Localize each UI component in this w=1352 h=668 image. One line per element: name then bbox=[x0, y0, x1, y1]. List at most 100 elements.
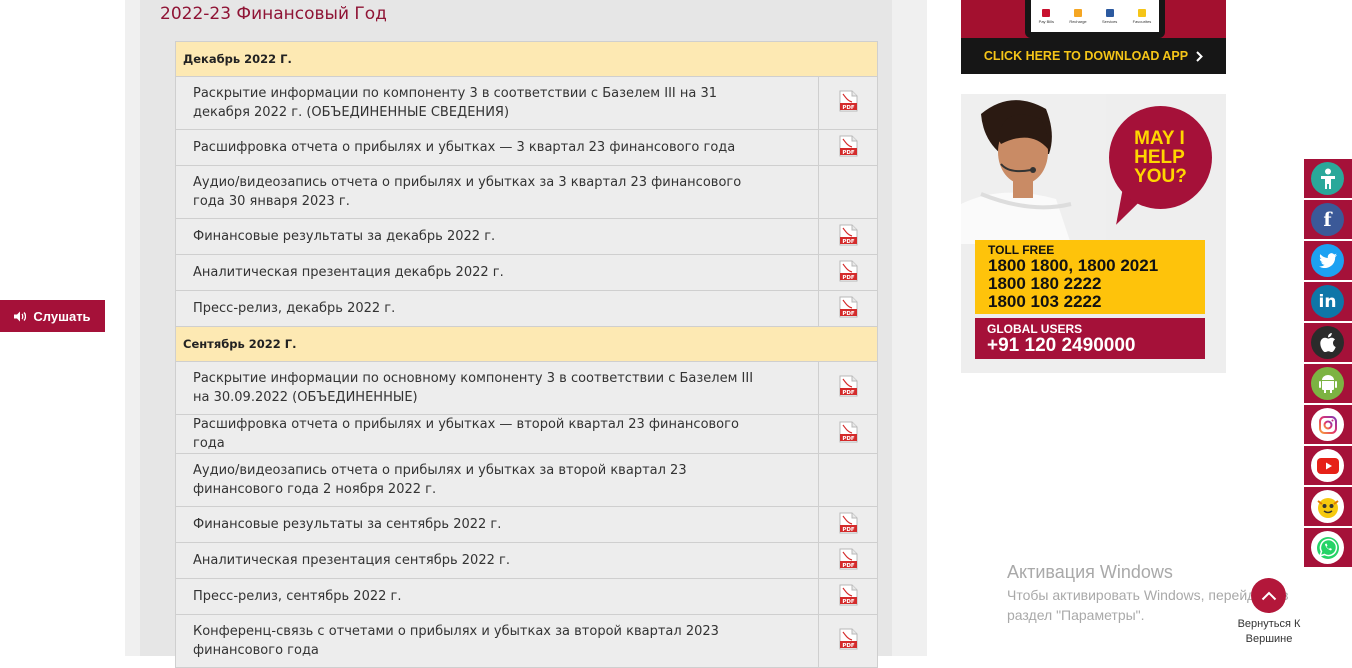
document-title-link[interactable]: Финансовые результаты за сентябрь 2022 г… bbox=[175, 506, 819, 543]
pdf-cell: PDF bbox=[818, 578, 878, 615]
svg-text:PDF: PDF bbox=[842, 599, 855, 605]
document-row: Аудио/видеозапись отчета о прибылях и уб… bbox=[175, 453, 878, 507]
document-row: Расшифровка отчета о прибылях и убытках … bbox=[175, 129, 878, 166]
global-users-box: GLOBAL USERS +91 120 2490000 bbox=[975, 318, 1205, 359]
document-row: Раскрытие информации по основному компон… bbox=[175, 361, 878, 415]
social-link-accessibility[interactable] bbox=[1304, 159, 1352, 198]
pdf-cell: PDF bbox=[818, 506, 878, 543]
services-icon bbox=[1105, 8, 1114, 17]
pdf-icon[interactable]: PDF bbox=[839, 548, 858, 570]
pdf-cell: PDF bbox=[818, 254, 878, 291]
document-title-link[interactable]: Раскрытие информации по основному компон… bbox=[175, 361, 819, 415]
whatsapp-icon bbox=[1311, 531, 1344, 564]
pdf-icon[interactable]: PDF bbox=[839, 512, 858, 534]
back-to-top-button[interactable] bbox=[1251, 578, 1286, 613]
pdf-cell bbox=[818, 165, 878, 219]
help-banner[interactable]: MAY I HELP YOU? TOLL FREE 1800 1800, 180… bbox=[961, 94, 1226, 373]
social-link-linkedin[interactable]: in bbox=[1304, 282, 1352, 321]
pdf-cell: PDF bbox=[818, 76, 878, 130]
pdf-icon[interactable]: PDF bbox=[839, 135, 858, 157]
document-title-link[interactable]: Аудио/видеозапись отчета о прибылях и уб… bbox=[175, 165, 819, 219]
pdf-cell: PDF bbox=[818, 414, 878, 454]
document-row: Расшифровка отчета о прибылях и убытках … bbox=[175, 414, 878, 454]
global-users-number: +91 120 2490000 bbox=[987, 335, 1136, 356]
pdf-cell: PDF bbox=[818, 290, 878, 327]
document-title-link[interactable]: Раскрытие информации по компоненту 3 в с… bbox=[175, 76, 819, 130]
support-agent-image bbox=[961, 94, 1106, 244]
apple-icon bbox=[1311, 326, 1344, 359]
social-link-chatbot[interactable] bbox=[1304, 487, 1352, 526]
toll-free-number: 1800 103 2222 bbox=[988, 292, 1102, 311]
social-link-whatsapp[interactable] bbox=[1304, 528, 1352, 567]
svg-text:PDF: PDF bbox=[842, 436, 855, 442]
app-tile: Favourites bbox=[1133, 8, 1151, 24]
back-to-top-label[interactable]: Вернуться К Вершине bbox=[1226, 617, 1312, 647]
linkedin-icon: in bbox=[1311, 285, 1344, 318]
phone-screen: Pay Bills Recharge Services Favourites bbox=[1031, 0, 1159, 32]
pdf-icon[interactable]: PDF bbox=[839, 260, 858, 282]
document-row: Раскрытие информации по компоненту 3 в с… bbox=[175, 76, 878, 130]
svg-text:PDF: PDF bbox=[842, 150, 855, 156]
pdf-icon[interactable]: PDF bbox=[839, 584, 858, 606]
pdf-icon[interactable]: PDF bbox=[839, 421, 858, 443]
section-heading: Сентябрь 2022 Г. bbox=[175, 326, 878, 362]
svg-text:PDF: PDF bbox=[842, 527, 855, 533]
social-link-youtube[interactable] bbox=[1304, 446, 1352, 485]
pdf-icon[interactable]: PDF bbox=[839, 90, 858, 112]
pdf-cell: PDF bbox=[818, 614, 878, 668]
download-app-banner[interactable]: Pay Bills Recharge Services Favourites C… bbox=[961, 0, 1226, 74]
document-row: Финансовые результаты за декабрь 2022 г.… bbox=[175, 218, 878, 255]
document-row: Аналитическая презентация декабрь 2022 г… bbox=[175, 254, 878, 291]
fiscal-year-title: 2022-23 Финансовый Год bbox=[160, 4, 387, 24]
star-icon bbox=[1137, 8, 1146, 17]
document-title-link[interactable]: Конференц-связь с отчетами о прибылях и … bbox=[175, 614, 819, 668]
toll-free-number: 1800 180 2222 bbox=[988, 274, 1102, 293]
document-row: Пресс-релиз, сентябрь 2022 г. PDF bbox=[175, 578, 878, 615]
pdf-cell: PDF bbox=[818, 361, 878, 415]
documents-table: Декабрь 2022 Г. Раскрытие информации по к… bbox=[175, 41, 878, 668]
document-title-link[interactable]: Расшифровка отчета о прибылях и убытках … bbox=[175, 129, 819, 166]
speaker-icon bbox=[14, 311, 27, 321]
accessibility-icon bbox=[1311, 162, 1344, 195]
document-title-link[interactable]: Аналитическая презентация декабрь 2022 г… bbox=[175, 254, 819, 291]
chevron-right-icon bbox=[1196, 50, 1203, 62]
youtube-icon bbox=[1311, 449, 1344, 482]
document-row: Пресс-релиз, декабрь 2022 г. PDF bbox=[175, 290, 878, 327]
document-title-link[interactable]: Аналитическая презентация сентябрь 2022 … bbox=[175, 542, 819, 579]
phone-graphic: Pay Bills Recharge Services Favourites bbox=[1025, 0, 1165, 38]
social-link-apple[interactable] bbox=[1304, 323, 1352, 362]
social-link-facebook[interactable]: f bbox=[1304, 200, 1352, 239]
document-title-link[interactable]: Аудио/видеозапись отчета о прибылях и уб… bbox=[175, 453, 819, 507]
listen-label: Слушать bbox=[33, 308, 91, 324]
android-icon bbox=[1311, 367, 1344, 400]
svg-text:PDF: PDF bbox=[842, 643, 855, 649]
pdf-cell bbox=[818, 453, 878, 507]
pdf-icon[interactable]: PDF bbox=[839, 628, 858, 650]
windows-activation-title: Активация Windows bbox=[1007, 562, 1173, 582]
app-tile: Services bbox=[1102, 8, 1117, 24]
recharge-icon bbox=[1073, 8, 1082, 17]
listen-button[interactable]: Слушать bbox=[0, 300, 105, 332]
download-app-cta[interactable]: CLICK HERE TO DOWNLOAD APP bbox=[961, 38, 1226, 74]
pdf-cell: PDF bbox=[818, 218, 878, 255]
download-app-label: CLICK HERE TO DOWNLOAD APP bbox=[983, 49, 1189, 63]
twitter-icon bbox=[1311, 244, 1344, 277]
global-users-label: GLOBAL USERS bbox=[987, 322, 1083, 336]
pdf-icon[interactable]: PDF bbox=[839, 375, 858, 397]
bill-icon bbox=[1042, 8, 1051, 17]
document-title-link[interactable]: Финансовые результаты за декабрь 2022 г. bbox=[175, 218, 819, 255]
pdf-icon[interactable]: PDF bbox=[839, 296, 858, 318]
document-title-link[interactable]: Расшифровка отчета о прибылях и убытках … bbox=[175, 414, 819, 454]
svg-text:PDF: PDF bbox=[842, 390, 855, 396]
section-heading: Декабрь 2022 Г. bbox=[175, 41, 878, 77]
social-link-twitter[interactable] bbox=[1304, 241, 1352, 280]
social-link-android[interactable] bbox=[1304, 364, 1352, 403]
pdf-icon[interactable]: PDF bbox=[839, 224, 858, 246]
document-title-link[interactable]: Пресс-релиз, сентябрь 2022 г. bbox=[175, 578, 819, 615]
svg-text:PDF: PDF bbox=[842, 239, 855, 245]
document-title-link[interactable]: Пресс-релиз, декабрь 2022 г. bbox=[175, 290, 819, 327]
document-row: Аудио/видеозапись отчета о прибылях и уб… bbox=[175, 165, 878, 219]
social-link-instagram[interactable] bbox=[1304, 405, 1352, 444]
instagram-icon bbox=[1311, 408, 1344, 441]
document-row: Финансовые результаты за сентябрь 2022 г… bbox=[175, 506, 878, 543]
